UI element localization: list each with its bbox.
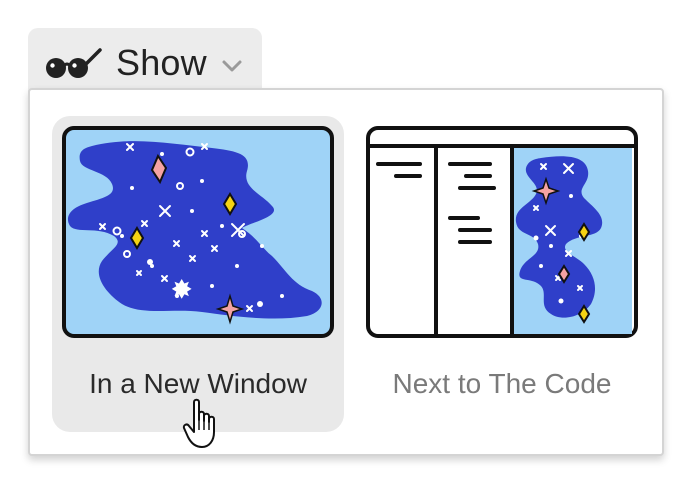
show-menu-stage: Show In a New Window Next to The Code (0, 0, 694, 485)
option-next-to-code[interactable]: Next to The Code (356, 116, 648, 432)
option-in-new-window[interactable]: In a New Window (52, 116, 344, 432)
show-button-label: Show (116, 42, 207, 83)
galaxy-window-illustration (62, 126, 334, 338)
split-editor-illustration (366, 126, 638, 338)
show-dropdown-menu: In a New Window Next to The Code (28, 88, 664, 456)
option-label-new-window: In a New Window (89, 368, 307, 399)
chevron-down-icon (222, 60, 242, 72)
glasses-icon (46, 48, 102, 78)
option-label-next-to-code: Next to The Code (392, 368, 612, 399)
